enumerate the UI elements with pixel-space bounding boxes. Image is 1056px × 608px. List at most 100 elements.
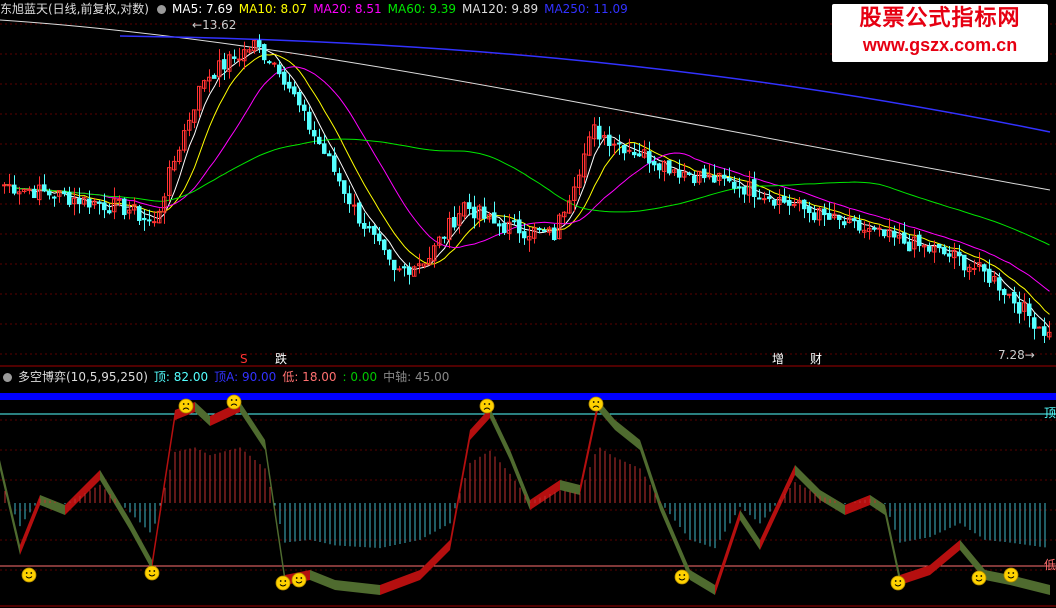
face-circle: [674, 569, 690, 585]
bull-band-segment: [845, 495, 870, 515]
colon-value: : 0.00: [342, 370, 378, 384]
bear-band-segment: [335, 580, 380, 595]
bear-band-segment: [40, 495, 65, 515]
candle-body: [657, 163, 662, 171]
candle-body: [327, 153, 332, 157]
ma60-line: [4, 138, 1050, 246]
candle-body: [917, 234, 922, 247]
bear-band-segment: [870, 495, 885, 515]
candle-body: [627, 149, 632, 152]
candle-body: [317, 136, 322, 145]
candle-body: [452, 216, 457, 228]
face-eye: [148, 570, 151, 572]
candle-body: [722, 174, 727, 179]
smile-face-icon: [971, 570, 987, 586]
candle-body: [872, 227, 877, 230]
candle-body: [87, 198, 92, 208]
candle-body: [387, 249, 392, 260]
candle-body: [122, 198, 127, 216]
candle-body: [402, 266, 407, 269]
candle-body: [77, 198, 82, 205]
bull-band-segment: [152, 410, 175, 570]
candle-body: [767, 196, 772, 200]
face-eye: [1012, 572, 1015, 574]
event-marker-die[interactable]: 跌: [275, 352, 287, 366]
face-eye: [182, 403, 185, 405]
ma5-value: MA5: 7.69: [172, 2, 233, 16]
candle-body: [617, 142, 622, 145]
smile-face-icon: [674, 569, 690, 585]
face-circle: [21, 567, 37, 583]
face-eye: [899, 580, 902, 582]
main-chart-header: 东旭蓝天(日线,前复权,对数) MA5: 7.69 MA10: 8.07 MA20: …: [0, 0, 634, 18]
candle-body: [852, 218, 857, 222]
candle-body: [907, 241, 912, 252]
frown-face-icon: [226, 394, 242, 410]
candle-body: [892, 230, 897, 238]
event-marker-s[interactable]: S: [240, 352, 248, 366]
candle-body: [702, 168, 707, 179]
face-eye: [678, 574, 681, 576]
candle-body: [42, 184, 47, 192]
watermark-url: www.gszx.com.cn: [862, 35, 1018, 55]
candle-body: [927, 246, 932, 252]
event-marker-zeng[interactable]: 增: [772, 352, 784, 366]
candle-body: [332, 155, 337, 172]
candle-body: [392, 259, 397, 271]
bear-band-segment: [240, 402, 265, 450]
candle-body: [727, 178, 732, 182]
bear-band-segment: [740, 510, 760, 550]
candle-body: [512, 220, 517, 223]
face-eye: [1007, 572, 1010, 574]
candle-body: [517, 219, 522, 234]
smile-face-icon: [275, 575, 291, 591]
face-eye: [279, 580, 282, 582]
face-circle: [178, 398, 194, 414]
candle-body: [1002, 289, 1007, 296]
candle-body: [442, 236, 447, 239]
bear-band-segment: [0, 460, 20, 555]
candle-body: [1032, 317, 1037, 329]
settings-circle-icon[interactable]: [3, 373, 12, 382]
chart-canvas: [0, 19, 1056, 607]
low-price-label: 7.28→: [998, 348, 1035, 362]
face-eye: [683, 574, 686, 576]
candle-body: [637, 153, 642, 157]
candle-body: [757, 197, 762, 200]
candle-body: [982, 264, 987, 272]
face-eye: [975, 575, 978, 577]
candle-body: [692, 175, 697, 184]
bull-band-segment: [420, 540, 450, 580]
candle-body: [552, 227, 557, 241]
candle-body: [667, 160, 672, 174]
top-line-label: 顶: [1043, 406, 1056, 420]
candle-body: [212, 74, 217, 79]
bear-band-segment: [310, 570, 335, 590]
candle-body: [472, 206, 477, 219]
ma20-line: [4, 66, 1050, 292]
face-circle: [588, 396, 604, 412]
candle-body: [52, 196, 57, 199]
candle-body: [482, 206, 487, 219]
bear-band-segment: [265, 440, 285, 585]
face-eye: [592, 401, 595, 403]
face-eye: [894, 580, 897, 582]
candle-body: [737, 186, 742, 189]
ma60-value: MA60: 9.39: [387, 2, 457, 16]
face-circle: [1003, 567, 1019, 583]
smile-face-icon: [291, 572, 307, 588]
candle-body: [542, 229, 547, 232]
event-marker-cai[interactable]: 财: [810, 352, 822, 366]
oscillator-panel: [0, 393, 1056, 595]
frown-face-icon: [178, 398, 194, 414]
candle-body: [652, 161, 657, 166]
candle-body: [312, 130, 317, 137]
candle-body: [377, 233, 382, 242]
low-value: 低: 18.00: [282, 370, 337, 384]
ma10-value: MA10: 8.07: [238, 2, 308, 16]
candle-body: [1012, 291, 1017, 304]
ma250-value: MA250: 11.09: [544, 2, 628, 16]
settings-circle-icon[interactable]: [157, 5, 166, 14]
candle-body: [752, 179, 757, 197]
face-circle: [479, 398, 495, 414]
